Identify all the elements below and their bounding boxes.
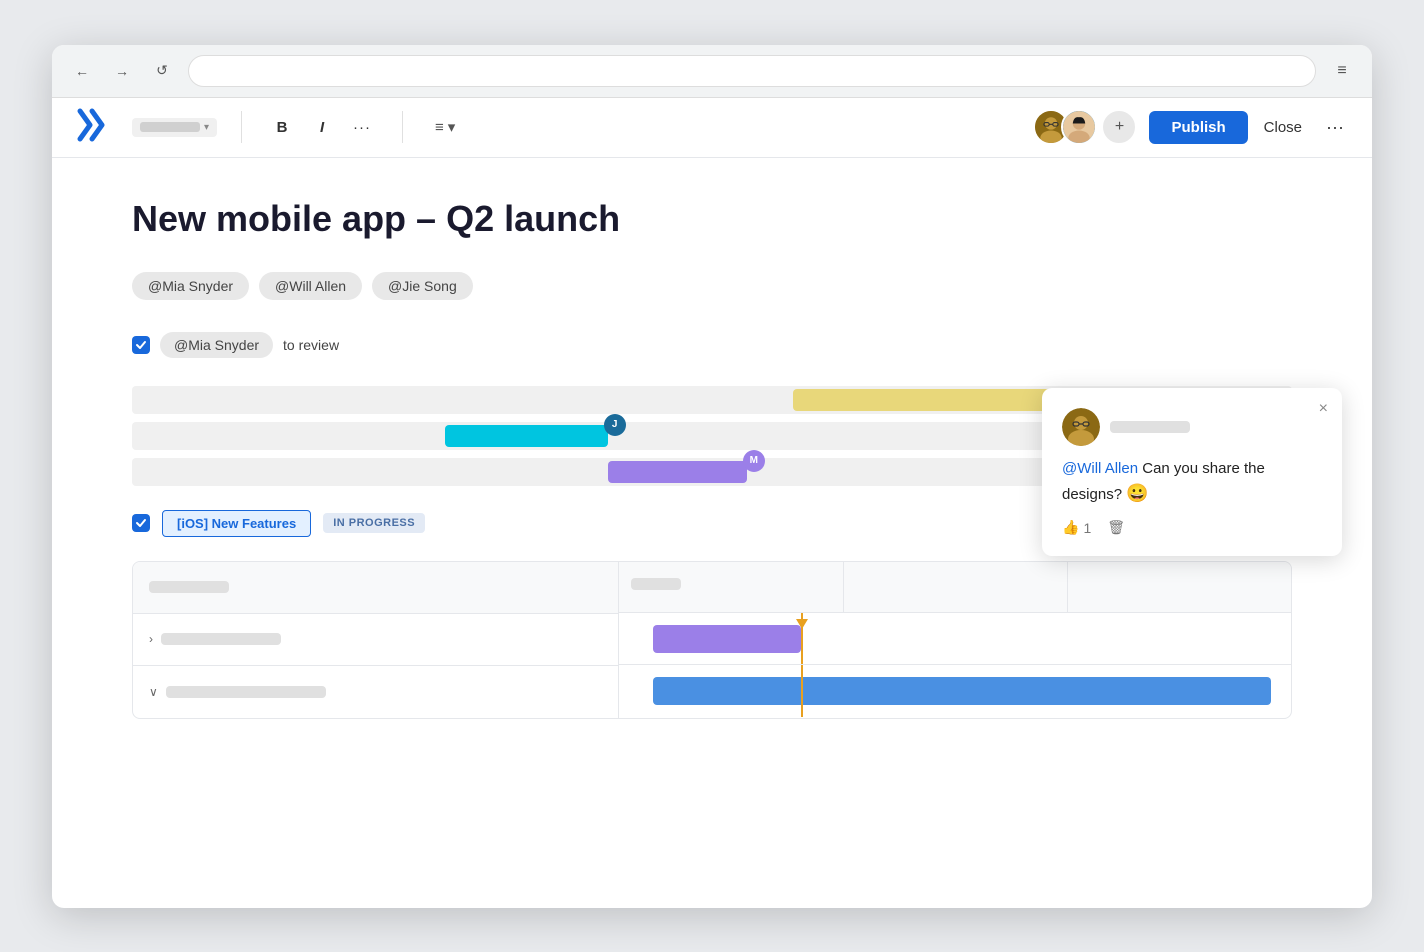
table-row-1: › xyxy=(133,614,618,666)
gantt-bar-purple xyxy=(608,461,747,483)
gantt-avatar-j: J xyxy=(604,414,626,436)
table-header-row xyxy=(133,562,618,614)
gantt-header xyxy=(619,562,1291,613)
toolbar-separator-2 xyxy=(402,111,403,143)
table-left-col: › ∨ xyxy=(133,562,619,718)
like-icon: 👍 xyxy=(1062,519,1079,536)
like-count: 1 xyxy=(1083,520,1091,536)
ios-checkbox[interactable] xyxy=(132,514,150,532)
avatar-plus[interactable]: + xyxy=(1101,109,1137,145)
ios-status-badge: IN PROGRESS xyxy=(323,513,425,533)
align-icon: ≡ xyxy=(435,119,444,136)
app-toolbar: ▾ B I ··· ≡ ▾ xyxy=(52,98,1372,158)
back-button[interactable]: ← xyxy=(68,57,96,85)
address-bar[interactable] xyxy=(188,55,1316,87)
style-select[interactable]: ▾ xyxy=(132,118,217,137)
close-button[interactable]: Close xyxy=(1260,111,1306,144)
comment-popup: × @Will Allen Can you share the designs?… xyxy=(1042,388,1342,557)
format-group: B I ··· xyxy=(266,111,378,143)
browser-menu-icon[interactable]: ≡ xyxy=(1328,57,1356,85)
comment-footer: 👍 1 🗑 xyxy=(1062,519,1322,536)
gantt-right-bar-blue xyxy=(653,677,1271,705)
comment-mention[interactable]: @Will Allen xyxy=(1062,460,1138,477)
comment-body: @Will Allen Can you share the designs? 😀 xyxy=(1062,458,1322,508)
align-button[interactable]: ≡ ▾ xyxy=(427,114,463,140)
collaborator-avatars: + xyxy=(1033,109,1137,145)
gantt-avatar-m: M xyxy=(743,450,765,472)
task-row: @Mia Snyder to review xyxy=(132,332,1292,358)
bold-button[interactable]: B xyxy=(266,111,298,143)
row-1-label xyxy=(161,633,281,645)
content-area: New mobile app – Q2 launch @Mia Snyder @… xyxy=(52,158,1372,908)
mention-tag-2[interactable]: @Jie Song xyxy=(372,272,473,300)
gantt-header-col-1 xyxy=(619,562,843,612)
comment-username-bar xyxy=(1110,421,1190,433)
browser-chrome: ← → ↺ ≡ xyxy=(52,45,1372,98)
gantt-header-col-3 xyxy=(1068,562,1291,612)
comment-header xyxy=(1062,408,1322,446)
delete-button[interactable]: 🗑 xyxy=(1107,519,1125,536)
gantt-col-label-1 xyxy=(631,578,681,590)
gantt-right-row-2 xyxy=(619,665,1291,717)
gantt-needle-head xyxy=(796,619,808,629)
ios-task-name[interactable]: [iOS] New Features xyxy=(162,510,311,537)
row-2-label xyxy=(166,686,326,698)
gantt-bar-cyan xyxy=(445,425,607,447)
italic-button[interactable]: I xyxy=(306,111,338,143)
comment-emoji: 😀 xyxy=(1126,483,1148,503)
mention-tag-0[interactable]: @Mia Snyder xyxy=(132,272,249,300)
row-1-expand[interactable]: › xyxy=(149,632,153,646)
gantt-right-row-1 xyxy=(619,613,1291,665)
avatar-j xyxy=(1061,109,1097,145)
table-body: › ∨ xyxy=(133,562,1291,718)
gantt-right-bar-purple xyxy=(653,625,801,653)
mention-tag-1[interactable]: @Will Allen xyxy=(259,272,362,300)
page-title: New mobile app – Q2 launch xyxy=(132,198,1292,240)
align-down-icon: ▾ xyxy=(448,118,456,136)
publish-button[interactable]: Publish xyxy=(1149,111,1247,144)
table-right-col xyxy=(619,562,1291,718)
row-2-expand[interactable]: ∨ xyxy=(149,685,158,699)
like-button[interactable]: 👍 1 xyxy=(1062,519,1091,536)
browser-window: ← → ↺ ≡ ▾ B I ··· ≡ ▾ xyxy=(52,45,1372,908)
forward-button[interactable]: → xyxy=(108,57,136,85)
task-action: to review xyxy=(283,337,339,353)
task-checkbox[interactable] xyxy=(132,336,150,354)
toolbar-separator-1 xyxy=(241,111,242,143)
app-logo[interactable] xyxy=(72,107,108,148)
comment-close-button[interactable]: × xyxy=(1319,400,1328,418)
more-options-button[interactable]: ··· xyxy=(1318,113,1352,142)
gantt-needle-2 xyxy=(801,665,803,717)
table-row-2: ∨ xyxy=(133,666,618,718)
bottom-table: › ∨ xyxy=(132,561,1292,719)
task-assignee[interactable]: @Mia Snyder xyxy=(160,332,273,358)
col-header-1 xyxy=(149,581,229,593)
refresh-button[interactable]: ↺ xyxy=(148,57,176,85)
delete-icon: 🗑 xyxy=(1107,519,1125,536)
gantt-header-col-2 xyxy=(844,562,1068,612)
comment-avatar xyxy=(1062,408,1100,446)
more-format-button[interactable]: ··· xyxy=(346,111,378,143)
toolbar-right: + Publish Close ··· xyxy=(1033,109,1352,145)
mentions-row: @Mia Snyder @Will Allen @Jie Song xyxy=(132,272,1292,300)
